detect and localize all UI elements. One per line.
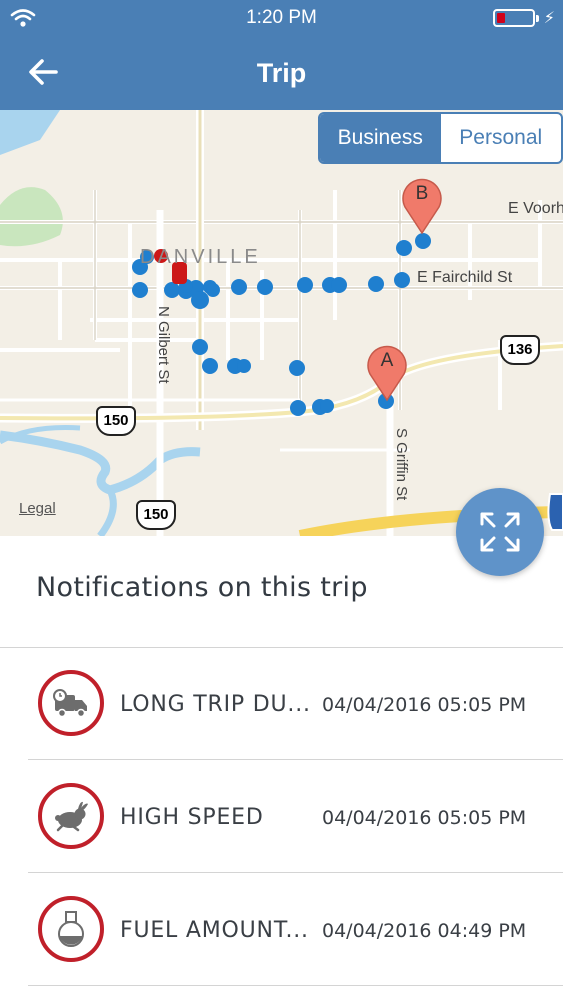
route-shield-label: 150	[103, 412, 129, 429]
end-marker[interactable]: B	[399, 175, 445, 235]
notification-row[interactable]: HIGH SPEED 04/04/2016 05:05 PM	[0, 761, 563, 873]
start-marker[interactable]: A	[364, 342, 410, 402]
rabbit-icon	[38, 783, 104, 849]
route-shield-136: 136	[500, 335, 540, 365]
status-bar: 1:20 PM ⚡	[0, 0, 563, 36]
notification-row[interactable]: FUEL AMOUNT... 04/04/2016 04:49 PM	[0, 874, 563, 986]
map-canvas	[0, 110, 563, 536]
end-marker-label: B	[415, 183, 429, 204]
trip-type-toggle: Business Personal	[318, 112, 563, 164]
notification-row[interactable]: LONG TRIP DU... 04/04/2016 05:05 PM	[0, 648, 563, 760]
fuel-flask-icon	[38, 896, 104, 962]
status-time: 1:20 PM	[246, 7, 317, 28]
divider	[28, 759, 563, 760]
expand-icon	[480, 512, 520, 552]
divider	[28, 985, 563, 986]
street-label-griffin: S Griffin St	[393, 428, 410, 501]
notification-label: FUEL AMOUNT...	[120, 918, 309, 943]
notifications-title: Notifications on this trip	[36, 572, 368, 603]
street-label-gilbert: N Gilbert St	[155, 306, 172, 384]
app-header: 1:20 PM ⚡ Trip	[0, 0, 563, 110]
personal-tab[interactable]: Personal	[441, 114, 562, 162]
route-shield-150-lower: 150	[136, 500, 176, 530]
route-shield-150-upper: 150	[96, 406, 136, 436]
notification-date: 04/04/2016 05:05 PM	[322, 807, 527, 829]
charging-icon: ⚡	[543, 8, 555, 27]
route-shield-label: 136	[507, 341, 533, 358]
page-title: Trip	[256, 58, 307, 88]
divider	[28, 872, 563, 873]
street-label-voorhees: E Voorhees	[508, 200, 563, 217]
expand-map-button[interactable]	[456, 488, 544, 576]
notification-date: 04/04/2016 04:49 PM	[322, 920, 527, 942]
notification-date: 04/04/2016 05:05 PM	[322, 694, 527, 716]
nav-bar: Trip	[0, 44, 563, 104]
notification-label: LONG TRIP DU...	[120, 692, 311, 717]
trip-map[interactable]: DANVILLE E Voorhees E Fairchild St N Gil…	[0, 110, 563, 536]
legal-link[interactable]: Legal	[19, 500, 56, 517]
notification-label: HIGH SPEED	[120, 805, 264, 830]
business-tab[interactable]: Business	[320, 114, 441, 162]
start-marker-label: A	[380, 350, 394, 371]
city-label: DANVILLE	[140, 246, 261, 268]
street-label-fairchild: E Fairchild St	[417, 269, 513, 286]
truck-clock-icon	[38, 670, 104, 736]
route-shield-label: 150	[143, 506, 169, 523]
battery-icon	[493, 9, 539, 27]
